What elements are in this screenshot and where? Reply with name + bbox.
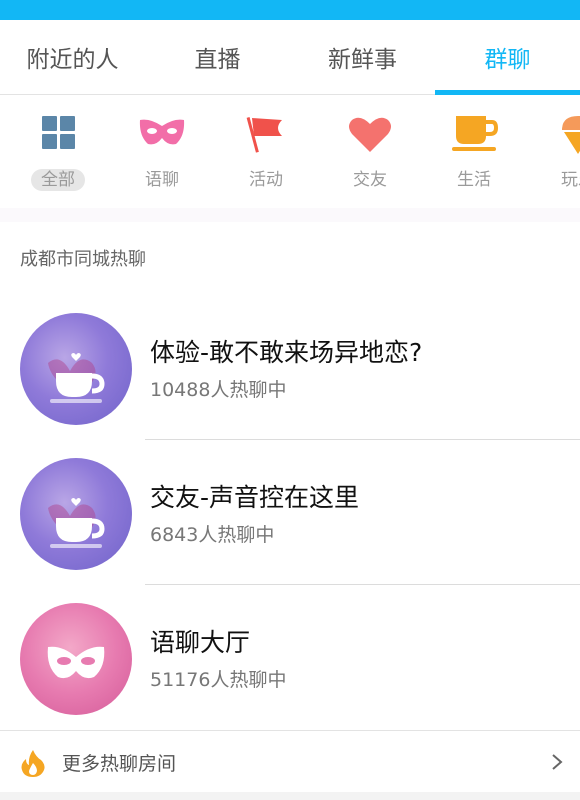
category-label: 语聊: [145, 170, 179, 190]
chat-room-item[interactable]: 体验-敢不敢来场异地恋? 10488人热聊中: [0, 295, 580, 440]
chat-room-item[interactable]: 交友-声音控在这里 6843人热聊中: [0, 440, 580, 585]
category-dating[interactable]: 交友: [325, 114, 415, 194]
category-label: 活动: [249, 170, 283, 190]
category-label: 玩乐: [561, 170, 580, 190]
category-label: 生活: [457, 170, 491, 190]
room-avatar: [20, 458, 132, 570]
section-separator: [0, 208, 580, 222]
room-name: 语聊大厅: [150, 628, 251, 657]
chat-room-item[interactable]: 语聊大厅 51176人热聊中: [0, 585, 580, 730]
tab-live[interactable]: 直播: [145, 20, 290, 94]
room-name: 体验-敢不敢来场异地恋?: [150, 338, 423, 367]
mask-icon: [139, 119, 185, 145]
bottom-strip: [0, 792, 580, 800]
room-member-count: 51176人热聊中: [150, 669, 287, 691]
chevron-right-icon: [552, 754, 563, 770]
room-avatar: [20, 603, 132, 715]
more-chat-rooms-label: 更多热聊房间: [62, 753, 177, 775]
top-tab-bar: 附近的人 直播 新鲜事 群聊: [0, 20, 580, 95]
category-voice-chat[interactable]: 语聊: [117, 114, 207, 194]
tab-news[interactable]: 新鲜事: [290, 20, 435, 94]
room-avatar: [20, 313, 132, 425]
category-fun[interactable]: 玩乐: [533, 114, 580, 194]
fire-icon: [21, 750, 45, 777]
ice-cream-icon: [562, 116, 580, 154]
section-title: 成都市同城热聊: [20, 249, 146, 270]
room-name: 交友-声音控在这里: [150, 483, 360, 512]
grid-icon: [42, 116, 75, 149]
cup-icon: [48, 498, 105, 548]
category-label: 全部: [31, 169, 85, 191]
tab-group-chat[interactable]: 群聊: [435, 20, 580, 95]
flag-icon: [246, 117, 282, 153]
category-bar: 全部 语聊 活动 交友 生活 玩乐: [0, 96, 580, 208]
cup-icon: [452, 116, 498, 151]
mask-icon: [47, 646, 105, 679]
tab-nearby-people[interactable]: 附近的人: [0, 20, 145, 94]
room-member-count: 10488人热聊中: [150, 379, 287, 401]
category-activity[interactable]: 活动: [221, 114, 311, 194]
cup-icon: [48, 353, 105, 403]
more-chat-rooms-row[interactable]: 更多热聊房间: [0, 730, 580, 792]
category-all[interactable]: 全部: [13, 114, 103, 194]
category-life[interactable]: 生活: [429, 114, 519, 194]
status-bar: [0, 0, 580, 20]
category-label: 交友: [353, 170, 387, 190]
heart-icon: [349, 117, 391, 152]
room-member-count: 6843人热聊中: [150, 524, 275, 546]
